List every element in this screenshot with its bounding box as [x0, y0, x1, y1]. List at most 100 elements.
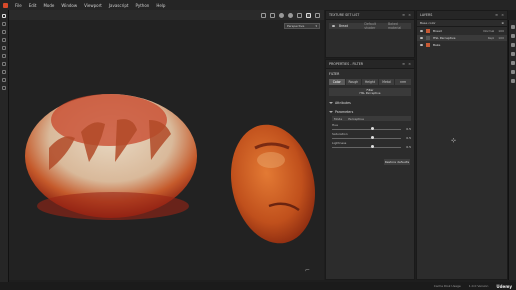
eraser-tool-icon[interactable] [2, 22, 6, 26]
udemy-watermark: Udemy [496, 283, 512, 289]
frame-icon[interactable] [270, 12, 275, 18]
tab-height[interactable]: Height [362, 79, 378, 85]
saturation-value[interactable]: 0.5 [406, 136, 411, 140]
smudge-tool-icon[interactable] [2, 46, 6, 50]
settings-icon[interactable]: ≡ [402, 13, 405, 17]
filter-resource-box[interactable]: Filter HSL Perceptive [329, 88, 411, 96]
tab-color[interactable]: Color [329, 79, 345, 85]
app-logo-icon [3, 2, 8, 8]
layer-name: Bake [433, 43, 441, 47]
close-icon[interactable]: × [501, 13, 504, 17]
hue-slider[interactable]: Hue 0.5 [332, 123, 411, 131]
layer-blend[interactable]: Normal [483, 29, 494, 33]
layer-blend[interactable]: Repl [488, 36, 495, 40]
menu-icon[interactable]: ≡ [495, 13, 498, 17]
right-icon-strip [508, 20, 516, 280]
color-picker-tool-icon[interactable] [2, 62, 6, 66]
menu-javascript[interactable]: Javascript [109, 3, 129, 8]
layer-thumbnail [426, 29, 430, 33]
lightness-value[interactable]: 0.5 [406, 145, 411, 149]
visibility-eye-icon[interactable] [420, 37, 423, 39]
visibility-eye-icon[interactable] [420, 44, 423, 46]
tab-nrm[interactable]: nrm [395, 79, 411, 85]
lightness-slider[interactable]: Lightness 0.5 [332, 141, 411, 149]
polygon-fill-tool-icon[interactable] [2, 38, 6, 42]
menu-python[interactable]: Python [135, 3, 149, 8]
saturation-track[interactable] [332, 138, 401, 139]
blend-mode-select[interactable]: Base color [420, 21, 436, 25]
visibility-eye-icon[interactable] [332, 25, 335, 27]
texture-set-name: Bread [338, 24, 349, 28]
menu-window[interactable]: Window [61, 3, 77, 8]
bake-tool-icon[interactable] [2, 70, 6, 74]
log-icon[interactable] [511, 79, 515, 83]
oval-bread [231, 124, 315, 244]
menu-edit[interactable]: Edit [29, 3, 37, 8]
menu-bar: File Edit Mode Window Viewport Javascrip… [0, 0, 516, 10]
lighting-icon[interactable] [288, 12, 293, 18]
paint-brush-tool-icon[interactable] [2, 14, 6, 18]
display-settings-icon[interactable] [511, 52, 515, 56]
close-icon[interactable]: × [408, 13, 411, 17]
viewport-toolbar [9, 10, 324, 20]
history-icon[interactable] [511, 70, 515, 74]
expand-arrow-icon [329, 102, 333, 104]
properties-title: PROPERTIES - FILTER [329, 62, 364, 66]
tab-rough[interactable]: Rough [345, 79, 362, 85]
hue-track[interactable] [332, 129, 401, 130]
settings-tool-icon[interactable] [2, 78, 6, 82]
projection-tool-icon[interactable] [2, 30, 6, 34]
grid-icon[interactable] [297, 12, 302, 18]
camera-icon[interactable] [279, 12, 284, 18]
hue-knob[interactable] [371, 127, 374, 130]
lightness-knob[interactable] [371, 145, 374, 148]
layer-thumbnail [426, 43, 430, 47]
add-layer-icon[interactable]: ⊕ [501, 21, 504, 25]
attributes-section[interactable]: Attributes [329, 101, 411, 105]
texture-set-shader: Default shader [364, 22, 377, 30]
close-icon[interactable]: × [408, 62, 411, 66]
parameters-section[interactable]: Parameters [329, 110, 411, 114]
hue-value[interactable]: 0.5 [406, 127, 411, 131]
texture-set-tab-icon[interactable] [511, 43, 515, 47]
texture-set-row[interactable]: Bread Default shader Baked material [329, 22, 411, 30]
mode-dropdown[interactable]: Mode Perceptive [332, 116, 411, 121]
layer-row[interactable]: HSL Perceptive Repl 100 [417, 35, 507, 41]
lightness-label: Lightness [332, 141, 347, 145]
clone-tool-icon[interactable] [2, 54, 6, 58]
menu-viewport[interactable]: Viewport [84, 3, 102, 8]
layer-row[interactable]: Bread Normal 100 [417, 28, 507, 34]
saturation-label: Saturation [332, 132, 348, 136]
layer-row[interactable]: Bake [417, 42, 507, 48]
menu-help[interactable]: Help [156, 3, 165, 8]
paint-mode-icon[interactable] [306, 12, 311, 18]
hue-label: Hue [332, 123, 339, 127]
layers-header: LAYERS ≡ × [417, 11, 507, 20]
texture-set-list-title: TEXTURE SET LIST [329, 13, 360, 17]
lightness-track[interactable] [332, 147, 401, 148]
tab-metal[interactable]: Metal [378, 79, 395, 85]
restore-defaults-button[interactable]: Restore defaults [384, 159, 410, 165]
shelf-tab-icon[interactable] [511, 34, 515, 38]
shader-settings-icon[interactable] [511, 61, 515, 65]
visibility-eye-icon[interactable] [420, 30, 423, 32]
bread-render: ⌐ [25, 94, 315, 274]
layer-opacity[interactable]: 100 [498, 29, 504, 33]
properties-filter-panel: PROPERTIES - FILTER ≡ × FILTER Color Roug… [325, 59, 415, 280]
saturation-slider[interactable]: Saturation 0.5 [332, 132, 411, 140]
round-bread [25, 94, 197, 220]
material-tool-icon[interactable] [2, 86, 6, 90]
layers-tab-icon[interactable] [511, 25, 515, 29]
screenshot-icon[interactable] [261, 12, 266, 18]
cache-status: Cache Disk Usage [433, 284, 461, 288]
filter-box-name: HSL Perceptive [359, 91, 381, 95]
3d-viewport[interactable]: Perspective ▾ ⌐ [9, 20, 324, 280]
pin-icon[interactable]: ≡ [402, 62, 405, 66]
menu-mode[interactable]: Mode [43, 3, 54, 8]
filter-icon [426, 36, 430, 40]
layer-opacity[interactable]: 100 [498, 36, 504, 40]
saturation-knob[interactable] [371, 136, 374, 139]
menu-file[interactable]: File [15, 3, 22, 8]
mouse-cursor-icon: ⊹ [451, 137, 457, 144]
split-view-icon[interactable] [315, 12, 320, 18]
